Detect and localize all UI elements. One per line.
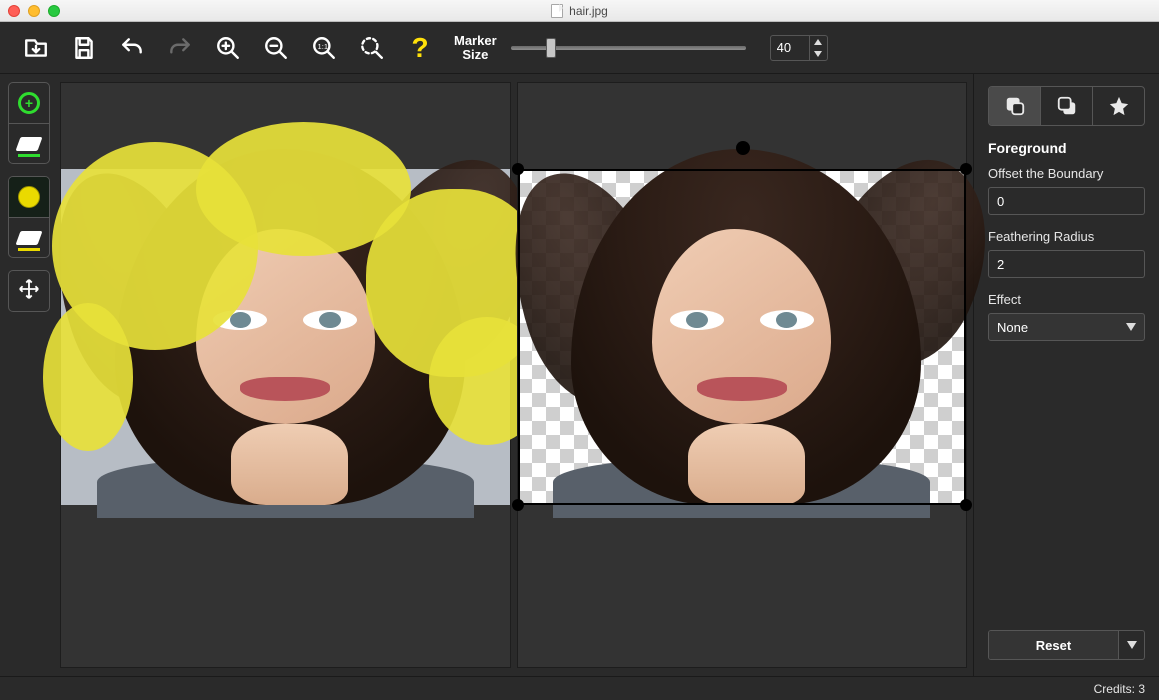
save-icon bbox=[71, 35, 97, 61]
document-icon bbox=[551, 4, 563, 18]
zoom-fit-button[interactable] bbox=[348, 28, 396, 68]
marker-size-step-up[interactable] bbox=[810, 36, 827, 48]
effect-value: None bbox=[997, 320, 1028, 335]
crop-handle-tr[interactable] bbox=[960, 163, 972, 175]
help-button[interactable]: ? bbox=[396, 28, 444, 68]
mark-background-tool[interactable] bbox=[9, 177, 49, 217]
window-close-button[interactable] bbox=[8, 5, 20, 17]
tab-favorites[interactable] bbox=[1092, 87, 1144, 125]
tool-rail: + bbox=[0, 74, 58, 676]
feather-field[interactable] bbox=[988, 250, 1145, 278]
marker-size-spinbox[interactable] bbox=[770, 35, 828, 61]
preview-image[interactable] bbox=[518, 169, 967, 505]
move-tool[interactable] bbox=[9, 271, 49, 311]
eraser-icon bbox=[15, 137, 42, 151]
crop-handle-tl[interactable] bbox=[512, 163, 524, 175]
effect-label: Effect bbox=[988, 292, 1145, 307]
zoom-out-icon bbox=[263, 35, 289, 61]
zoom-actual-icon: 1:1 bbox=[311, 35, 337, 61]
mark-background-icon bbox=[18, 186, 40, 208]
tab-background[interactable] bbox=[1040, 87, 1092, 125]
panel-heading: Foreground bbox=[988, 140, 1145, 156]
zoom-in-icon bbox=[215, 35, 241, 61]
crop-handle-br[interactable] bbox=[960, 499, 972, 511]
main-toolbar: 1:1 ? Marker Size bbox=[0, 22, 1159, 74]
feather-input[interactable] bbox=[989, 251, 1159, 277]
tab-foreground[interactable] bbox=[989, 87, 1040, 125]
window-minimize-button[interactable] bbox=[28, 5, 40, 17]
mark-foreground-icon: + bbox=[18, 92, 40, 114]
layers-front-icon bbox=[1004, 95, 1026, 117]
marker-size-step-down[interactable] bbox=[810, 48, 827, 60]
workspace bbox=[58, 74, 973, 676]
slider-thumb[interactable] bbox=[546, 38, 556, 58]
open-folder-icon bbox=[23, 35, 49, 61]
crop-handle-bl[interactable] bbox=[512, 499, 524, 511]
feather-label: Feathering Radius bbox=[988, 229, 1145, 244]
reset-button[interactable]: Reset bbox=[989, 631, 1118, 659]
undo-button[interactable] bbox=[108, 28, 156, 68]
mark-foreground-tool[interactable]: + bbox=[9, 83, 49, 123]
window-title: hair.jpg bbox=[569, 4, 608, 18]
eraser-icon bbox=[15, 231, 42, 245]
marker-size-label: Marker Size bbox=[454, 34, 497, 61]
reset-menu-button[interactable] bbox=[1118, 631, 1144, 659]
erase-background-tool[interactable] bbox=[9, 217, 49, 257]
layers-back-icon bbox=[1056, 95, 1078, 117]
offset-field[interactable] bbox=[988, 187, 1145, 215]
marker-size-input[interactable] bbox=[771, 36, 809, 60]
undo-icon bbox=[119, 35, 145, 61]
star-icon bbox=[1108, 95, 1130, 117]
source-pane[interactable] bbox=[60, 82, 511, 668]
properties-panel: Foreground Offset the Boundary Featherin… bbox=[973, 74, 1159, 676]
preview-pane[interactable] bbox=[517, 82, 968, 668]
redo-icon bbox=[167, 35, 193, 61]
chevron-down-icon bbox=[1127, 641, 1137, 649]
offset-label: Offset the Boundary bbox=[988, 166, 1145, 181]
panel-tabs bbox=[988, 86, 1145, 126]
credits-value: 3 bbox=[1138, 682, 1145, 696]
crop-rotate-handle[interactable] bbox=[736, 141, 750, 155]
marker-size-slider[interactable] bbox=[511, 43, 746, 53]
credits-label: Credits: bbox=[1094, 682, 1135, 696]
offset-input[interactable] bbox=[989, 188, 1159, 214]
status-bar: Credits: 3 bbox=[0, 676, 1159, 700]
move-icon bbox=[18, 278, 40, 305]
zoom-out-button[interactable] bbox=[252, 28, 300, 68]
redo-button[interactable] bbox=[156, 28, 204, 68]
zoom-in-button[interactable] bbox=[204, 28, 252, 68]
crop-frame[interactable] bbox=[518, 169, 967, 505]
window-zoom-button[interactable] bbox=[48, 5, 60, 17]
chevron-down-icon bbox=[1126, 323, 1136, 331]
source-image[interactable] bbox=[61, 169, 510, 505]
zoom-fit-icon bbox=[359, 35, 385, 61]
erase-foreground-tool[interactable] bbox=[9, 123, 49, 163]
open-button[interactable] bbox=[12, 28, 60, 68]
effect-select[interactable]: None bbox=[988, 313, 1145, 341]
zoom-actual-button[interactable]: 1:1 bbox=[300, 28, 348, 68]
svg-text:1:1: 1:1 bbox=[318, 42, 329, 51]
save-button[interactable] bbox=[60, 28, 108, 68]
window-titlebar: hair.jpg bbox=[0, 0, 1159, 22]
help-icon: ? bbox=[411, 32, 428, 64]
